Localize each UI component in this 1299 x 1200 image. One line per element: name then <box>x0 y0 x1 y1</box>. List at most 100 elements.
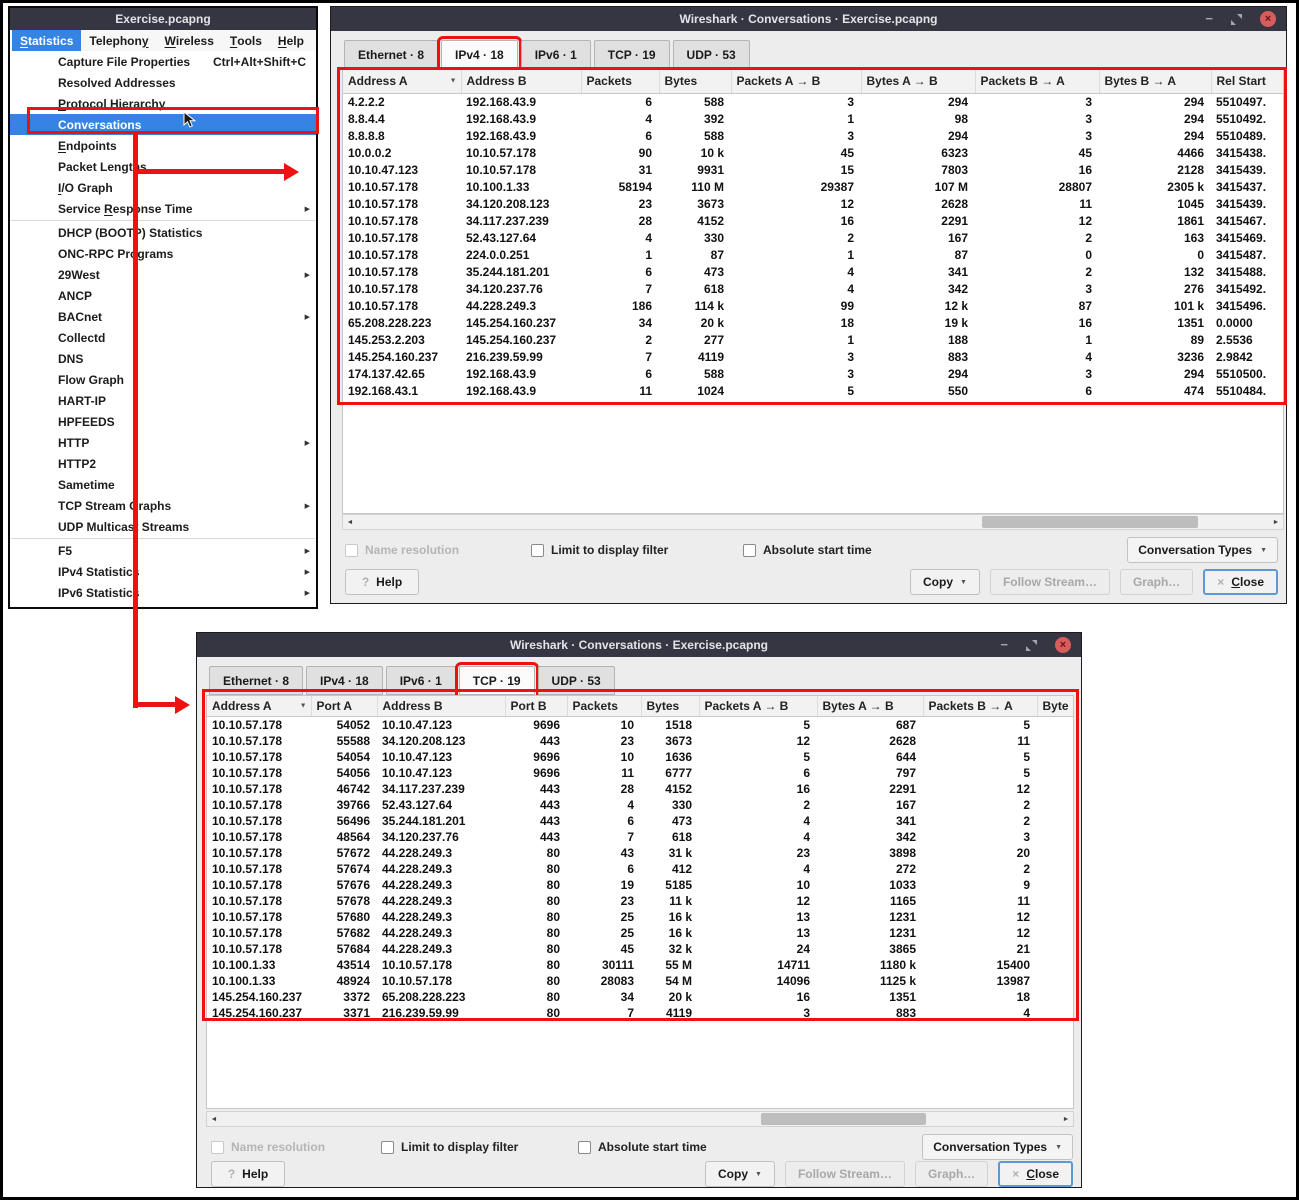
scrollbar-thumb[interactable] <box>761 1113 926 1125</box>
menu-item-http[interactable]: HTTP ▶ <box>10 432 316 453</box>
tab-udp-53[interactable]: UDP · 53 <box>537 666 615 695</box>
tab-ipv6-1[interactable]: IPv6 · 1 <box>385 666 456 695</box>
conversation-row[interactable]: 10.10.57.178 54052 10.10.47.123 9696 10 1518 5… <box>207 716 1073 733</box>
conversation-row[interactable]: 10.10.57.178 57676 44.228.249.3 80 19 5185 10 1… <box>207 877 1073 893</box>
menu-item-conversations[interactable]: Conversations <box>10 114 316 135</box>
conversation-row[interactable]: 10.10.57.178 52.43.127.64 4 330 2 167 2 163 3415… <box>343 229 1283 246</box>
close-button[interactable]: × Close <box>1203 569 1278 595</box>
conversation-row[interactable]: 10.10.57.178 57674 44.228.249.3 80 6 412 4 272 2 <box>207 861 1073 877</box>
checkbox-icon[interactable] <box>578 1140 591 1154</box>
menu-item-dns[interactable]: DNS <box>10 348 316 369</box>
menu-item-ancp[interactable]: ANCP <box>10 285 316 306</box>
tab-udp-53[interactable]: UDP · 53 <box>672 40 750 69</box>
conversation-row[interactable]: 10.10.57.178 57678 44.228.249.3 80 23 11 k 12 1… <box>207 893 1073 909</box>
conversation-row[interactable]: 174.137.42.65 192.168.43.9 6 588 3 294 3 294 551… <box>343 365 1283 382</box>
conversation-row[interactable]: 10.10.57.178 39766 52.43.127.64 443 4 330 2 167… <box>207 797 1073 813</box>
column-header-bytes-a-b[interactable]: Bytes A → B <box>861 70 976 94</box>
menu-item-bacnet[interactable]: BACnet ▶ <box>10 306 316 327</box>
conversation-row[interactable]: 10.10.57.178 34.120.208.123 23 3673 12 2628 11… <box>343 195 1283 212</box>
menu-item-f5[interactable]: F5 ▶ <box>10 540 316 561</box>
menu-item-collectd[interactable]: Collectd <box>10 327 316 348</box>
conversation-row[interactable]: 145.253.2.203 145.254.160.237 2 277 1 188 1 89 2… <box>343 331 1283 348</box>
absolute-start-time-checkbox[interactable]: Absolute start time <box>743 537 872 563</box>
menu-item-protocol-hierarchy[interactable]: Protocol Hierarchy <box>10 93 316 114</box>
menu-item-hart-ip[interactable]: HART-IP <box>10 390 316 411</box>
conversation-row[interactable]: 8.8.4.4 192.168.43.9 4 392 1 98 3 294 5510492. <box>343 110 1283 127</box>
column-header-address-a[interactable]: Address A ▼ <box>207 696 312 717</box>
tab-ipv4-18[interactable]: IPv4 · 18 <box>437 36 522 73</box>
column-header-packets-b-a[interactable]: Packets B → A <box>975 70 1100 94</box>
menu-item-dhcp-bootp-statistics[interactable]: DHCP (BOOTP) Statistics <box>10 222 316 243</box>
tab-tcp-19[interactable]: TCP · 19 <box>593 40 670 69</box>
menu-item-sametime[interactable]: Sametime <box>10 474 316 495</box>
menubar-item-help[interactable]: Help <box>270 30 312 51</box>
tab-ipv4-18[interactable]: IPv4 · 18 <box>306 666 383 695</box>
tab-ethernet-8[interactable]: Ethernet · 8 <box>344 40 439 69</box>
maximize-icon[interactable] <box>1231 13 1242 25</box>
scrollbar-thumb[interactable] <box>982 516 1199 528</box>
copy-button[interactable]: Copy ▼ <box>910 569 980 595</box>
menubar-item-tools[interactable]: Tools <box>222 30 270 51</box>
column-header-packets[interactable]: Packets <box>581 70 660 94</box>
column-header-bytes-b-a[interactable]: Bytes B → A <box>1099 70 1212 94</box>
column-header-packets-a-b[interactable]: Packets A → B <box>699 696 818 717</box>
column-header-address-b[interactable]: Address B <box>377 696 506 717</box>
limit-display-filter-checkbox[interactable]: Limit to display filter <box>381 1134 518 1160</box>
column-header-packets[interactable]: Packets <box>567 696 642 717</box>
conversation-row[interactable]: 10.10.57.178 56496 35.244.181.201 443 6 473 4 3… <box>207 813 1073 829</box>
menu-item-tcp-stream-graphs[interactable]: TCP Stream Graphs ▶ <box>10 495 316 516</box>
conversation-types-button[interactable]: Conversation Types ▼ <box>1127 537 1278 563</box>
menu-item-udp-multicast-streams[interactable]: UDP Multicast Streams <box>10 516 316 537</box>
close-icon[interactable]: × <box>1055 637 1071 653</box>
absolute-start-time-checkbox[interactable]: Absolute start time <box>578 1134 707 1160</box>
menu-item-endpoints[interactable]: Endpoints <box>10 135 316 156</box>
conversation-types-button[interactable]: Conversation Types ▼ <box>922 1134 1073 1160</box>
checkbox-icon[interactable] <box>531 543 544 557</box>
menu-item-service-response-time[interactable]: Service Response Time ▶ <box>10 198 316 219</box>
menu-item-capture-file-properties[interactable]: Capture File Properties Ctrl+Alt+Shift+C <box>10 51 316 72</box>
conversation-row[interactable]: 145.254.160.237 216.239.59.99 7 4119 3 883 4 32… <box>343 348 1283 365</box>
menu-item-29west[interactable]: 29West ▶ <box>10 264 316 285</box>
column-header-bytes[interactable]: Bytes <box>641 696 700 717</box>
menubar-item-statistics[interactable]: Statistics <box>12 30 82 51</box>
horizontal-scrollbar[interactable]: ◄ ► <box>206 1111 1074 1127</box>
conversation-row[interactable]: 10.10.57.178 57672 44.228.249.3 80 43 31 k 23 3… <box>207 845 1073 861</box>
conversation-row[interactable]: 65.208.228.223 145.254.160.237 34 20 k 18 19 … <box>343 314 1283 331</box>
column-header-packets-b-a[interactable]: Packets B → A <box>923 696 1038 717</box>
column-header-port-b[interactable]: Port B <box>505 696 568 717</box>
menubar-item-telephony[interactable]: Telephon y <box>81 30 156 51</box>
conversation-row[interactable]: 10.10.57.178 54054 10.10.47.123 9696 10 1636 5… <box>207 749 1073 765</box>
conversation-row[interactable]: 10.10.57.178 57682 44.228.249.3 80 25 16 k 13 1… <box>207 925 1073 941</box>
conversation-row[interactable]: 10.10.57.178 34.117.237.239 28 4152 16 2291 12… <box>343 212 1283 229</box>
help-button[interactable]: ? Help <box>211 1161 285 1187</box>
checkbox-icon[interactable] <box>381 1140 394 1154</box>
conversation-row[interactable]: 10.100.1.33 48924 10.10.57.178 80 28083 54 M 1… <box>207 973 1073 989</box>
close-icon[interactable]: × <box>1260 11 1276 27</box>
menu-item-hpfeeds[interactable]: HPFEEDS <box>10 411 316 432</box>
help-button[interactable]: ? Help <box>345 569 419 595</box>
conversation-row[interactable]: 10.10.57.178 55588 34.120.208.123 443 23 3673… <box>207 733 1073 749</box>
minimize-icon[interactable]: − <box>1205 12 1213 25</box>
conversation-row[interactable]: 10.10.57.178 57680 44.228.249.3 80 25 16 k 13 1… <box>207 909 1073 925</box>
tab-ipv6-1[interactable]: IPv6 · 1 <box>520 40 591 69</box>
conversation-row[interactable]: 192.168.43.1 192.168.43.9 11 1024 5 550 6 474 55… <box>343 382 1283 399</box>
maximize-icon[interactable] <box>1026 639 1037 651</box>
conversation-row[interactable]: 10.10.57.178 224.0.0.251 1 87 1 87 0 0 3415487. <box>343 246 1283 263</box>
menu-item-resolved-addresses[interactable]: Resolved Addresses <box>10 72 316 93</box>
minimize-icon[interactable]: − <box>1000 638 1008 651</box>
column-header-bytes-a-b[interactable]: Bytes A → B <box>817 696 924 717</box>
menubar-item-wireless[interactable]: Wireless <box>157 30 222 51</box>
conversation-row[interactable]: 10.10.57.178 34.120.237.76 7 618 4 342 3 276 341… <box>343 280 1283 297</box>
conversation-row[interactable]: 145.254.160.237 3372 65.208.228.223 80 34 20 … <box>207 989 1073 1005</box>
menu-item-ipv6-statistics[interactable]: IPv6 Statistics ▶ <box>10 582 316 603</box>
column-header-address-a[interactable]: Address A ▼ <box>343 70 462 94</box>
close-button[interactable]: × Close <box>998 1161 1073 1187</box>
conversation-row[interactable]: 10.100.1.33 43514 10.10.57.178 80 30111 55 M 1… <box>207 957 1073 973</box>
menu-item-onc-rpc-programs[interactable]: ONC-RPC Programs <box>10 243 316 264</box>
scroll-left-icon[interactable]: ◄ <box>207 1112 221 1126</box>
menu-item-http2[interactable]: HTTP2 <box>10 453 316 474</box>
conversation-row[interactable]: 10.10.57.178 46742 34.117.237.239 443 28 4152… <box>207 781 1073 797</box>
conversation-row[interactable]: 10.0.0.2 10.10.57.178 90 10 k 45 6323 45 4466 34… <box>343 144 1283 161</box>
conversation-row[interactable]: 10.10.57.178 10.100.1.33 58194 110 M 29387 10… <box>343 178 1283 195</box>
conversation-row[interactable]: 10.10.57.178 44.228.249.3 186 114 k 99 12 k 87… <box>343 297 1283 314</box>
